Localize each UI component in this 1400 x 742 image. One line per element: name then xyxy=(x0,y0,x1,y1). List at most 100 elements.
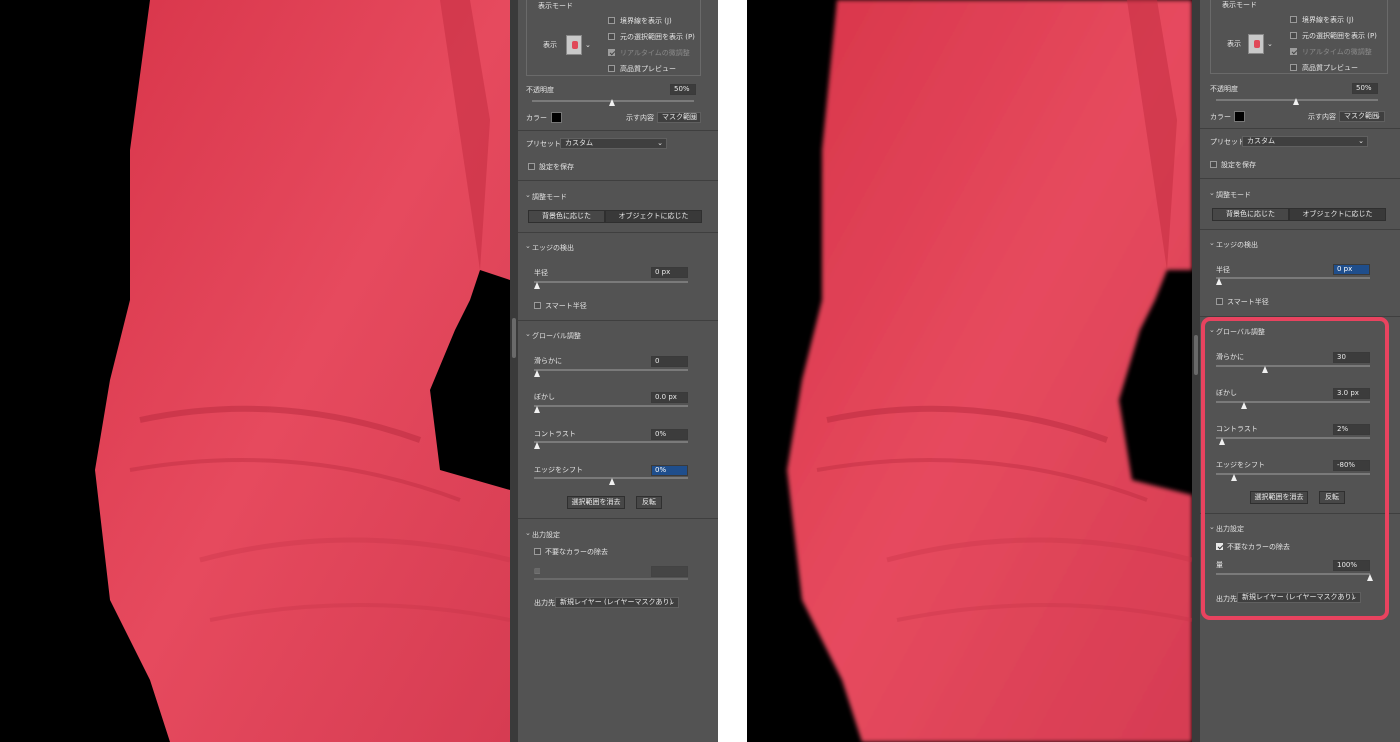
opacity-slider-thumb[interactable] xyxy=(609,99,615,106)
collapse-chevron-icon[interactable]: ⌄ xyxy=(525,242,531,250)
collapse-chevron-icon[interactable]: ⌄ xyxy=(525,191,531,199)
collapse-chevron-icon[interactable]: ⌄ xyxy=(1209,189,1215,197)
amount-slider xyxy=(534,578,688,580)
left-comparison-pane: 表示モード 表示 ⌄ 境界線を表示 (J) 元の選択範囲を表示 (P) リアルタ… xyxy=(0,0,718,742)
save-settings-checkbox[interactable] xyxy=(528,163,535,170)
highlight-annotation-box xyxy=(1201,317,1389,620)
realtime-checkbox xyxy=(1290,48,1297,55)
shift-edge-slider-thumb[interactable] xyxy=(609,478,615,485)
smart-radius-label: スマート半径 xyxy=(545,302,587,310)
preset-dropdown[interactable]: カスタム ⌄ xyxy=(560,138,667,149)
amount-field xyxy=(651,566,688,577)
object-aware-button[interactable]: オブジェクトに応じた xyxy=(605,210,702,223)
show-edge-label: 境界線を表示 (J) xyxy=(620,17,672,25)
scrollbar[interactable] xyxy=(1192,0,1200,742)
divider xyxy=(518,232,718,233)
opacity-label: 不透明度 xyxy=(526,86,554,94)
contrast-slider[interactable] xyxy=(534,441,688,443)
view-mode-title: 表示モード xyxy=(1222,1,1257,9)
smooth-label: 滑らかに xyxy=(534,357,562,365)
show-original-checkbox[interactable] xyxy=(1290,32,1297,39)
radius-field[interactable]: 0 px xyxy=(651,267,688,278)
color-swatch[interactable] xyxy=(551,112,562,123)
radius-slider-thumb[interactable] xyxy=(534,282,540,289)
smart-radius-checkbox[interactable] xyxy=(1216,298,1223,305)
output-to-label: 出力先 xyxy=(534,599,555,607)
smooth-slider[interactable] xyxy=(534,369,688,371)
view-dropdown-chevron-icon[interactable]: ⌄ xyxy=(1267,41,1273,48)
smart-radius-checkbox[interactable] xyxy=(534,302,541,309)
view-label: 表示 xyxy=(543,41,557,49)
object-aware-button[interactable]: オブジェクトに応じた xyxy=(1289,208,1386,221)
scrollbar[interactable] xyxy=(510,0,518,742)
divider xyxy=(518,130,718,131)
show-content-label: 示す内容 xyxy=(1308,113,1336,121)
chevron-down-icon: ⌄ xyxy=(1375,112,1381,120)
collapse-chevron-icon[interactable]: ⌄ xyxy=(525,529,531,537)
background-aware-button[interactable]: 背景色に応じた xyxy=(1212,208,1289,221)
show-content-dropdown[interactable]: マスク範囲 ⌄ xyxy=(657,112,701,123)
adjust-mode-title: 調整モード xyxy=(1216,191,1251,199)
view-thumbnail[interactable] xyxy=(566,35,582,55)
contrast-slider-thumb[interactable] xyxy=(534,442,540,449)
show-content-dropdown[interactable]: マスク範囲 ⌄ xyxy=(1339,111,1385,122)
color-swatch[interactable] xyxy=(1234,111,1245,122)
chevron-down-icon: ⌄ xyxy=(1358,137,1364,145)
invert-button[interactable]: 反転 xyxy=(636,496,662,509)
shift-edge-field[interactable]: 0% xyxy=(651,465,688,476)
decontaminate-checkbox[interactable] xyxy=(534,548,541,555)
radius-slider[interactable] xyxy=(534,281,688,283)
show-content-label: 示す内容 xyxy=(626,114,654,122)
view-thumbnail[interactable] xyxy=(1248,34,1264,54)
hq-preview-checkbox[interactable] xyxy=(1290,64,1297,71)
view-dropdown-chevron-icon[interactable]: ⌄ xyxy=(585,42,591,49)
show-original-checkbox[interactable] xyxy=(608,33,615,40)
contrast-field[interactable]: 0% xyxy=(651,429,688,440)
show-original-label: 元の選択範囲を表示 (P) xyxy=(620,33,695,41)
sleeve-photo-soft-edge xyxy=(747,0,1192,742)
radius-field[interactable]: 0 px xyxy=(1333,264,1370,275)
sleeve-image xyxy=(95,0,510,742)
opacity-field[interactable]: 50% xyxy=(670,84,696,95)
feather-slider[interactable] xyxy=(534,405,688,407)
radius-label: 半径 xyxy=(1216,266,1230,274)
radius-slider[interactable] xyxy=(1216,277,1370,279)
view-mode-title: 表示モード xyxy=(538,2,573,10)
right-comparison-pane: 表示モード 表示 ⌄ 境界線を表示 (J) 元の選択範囲を表示 (P) リアルタ… xyxy=(747,0,1400,742)
realtime-checkbox xyxy=(608,49,615,56)
chevron-down-icon: ⌄ xyxy=(691,113,697,121)
background-aware-button[interactable]: 背景色に応じた xyxy=(528,210,605,223)
hq-preview-checkbox[interactable] xyxy=(608,65,615,72)
realtime-label: リアルタイムの微調整 xyxy=(1302,48,1372,56)
radius-slider-thumb[interactable] xyxy=(1216,278,1222,285)
divider xyxy=(1200,128,1400,129)
feather-label: ぼかし xyxy=(534,393,555,401)
show-edge-checkbox[interactable] xyxy=(1290,16,1297,23)
divider xyxy=(1200,178,1400,179)
feather-slider-thumb[interactable] xyxy=(534,406,540,413)
output-to-value: 新規レイヤー (レイヤーマスクあり) xyxy=(560,598,673,606)
show-edge-label: 境界線を表示 (J) xyxy=(1302,16,1354,24)
output-to-dropdown[interactable]: 新規レイヤー (レイヤーマスクあり) ⌄ xyxy=(555,597,679,608)
smooth-field[interactable]: 0 xyxy=(651,356,688,367)
opacity-field[interactable]: 50% xyxy=(1352,83,1378,94)
scrollbar-thumb[interactable] xyxy=(1194,335,1198,375)
feather-field[interactable]: 0.0 px xyxy=(651,392,688,403)
smooth-slider-thumb[interactable] xyxy=(534,370,540,377)
hq-preview-label: 高品質プレビュー xyxy=(620,65,676,73)
save-settings-checkbox[interactable] xyxy=(1210,161,1217,168)
preset-dropdown[interactable]: カスタム ⌄ xyxy=(1242,136,1368,147)
smart-radius-label: スマート半径 xyxy=(1227,298,1269,306)
scrollbar-thumb[interactable] xyxy=(512,318,516,358)
output-settings-title: 出力設定 xyxy=(532,531,560,539)
opacity-slider-thumb[interactable] xyxy=(1293,98,1299,105)
collapse-chevron-icon[interactable]: ⌄ xyxy=(1209,239,1215,247)
collapse-chevron-icon[interactable]: ⌄ xyxy=(525,330,531,338)
show-edge-checkbox[interactable] xyxy=(608,17,615,24)
preset-label: プリセット xyxy=(526,140,561,148)
radius-label: 半径 xyxy=(534,269,548,277)
clear-selection-button[interactable]: 選択範囲を消去 xyxy=(567,496,625,509)
save-settings-label: 設定を保存 xyxy=(1221,161,1256,169)
preset-label: プリセット xyxy=(1210,138,1245,146)
adjust-mode-title: 調整モード xyxy=(532,193,567,201)
